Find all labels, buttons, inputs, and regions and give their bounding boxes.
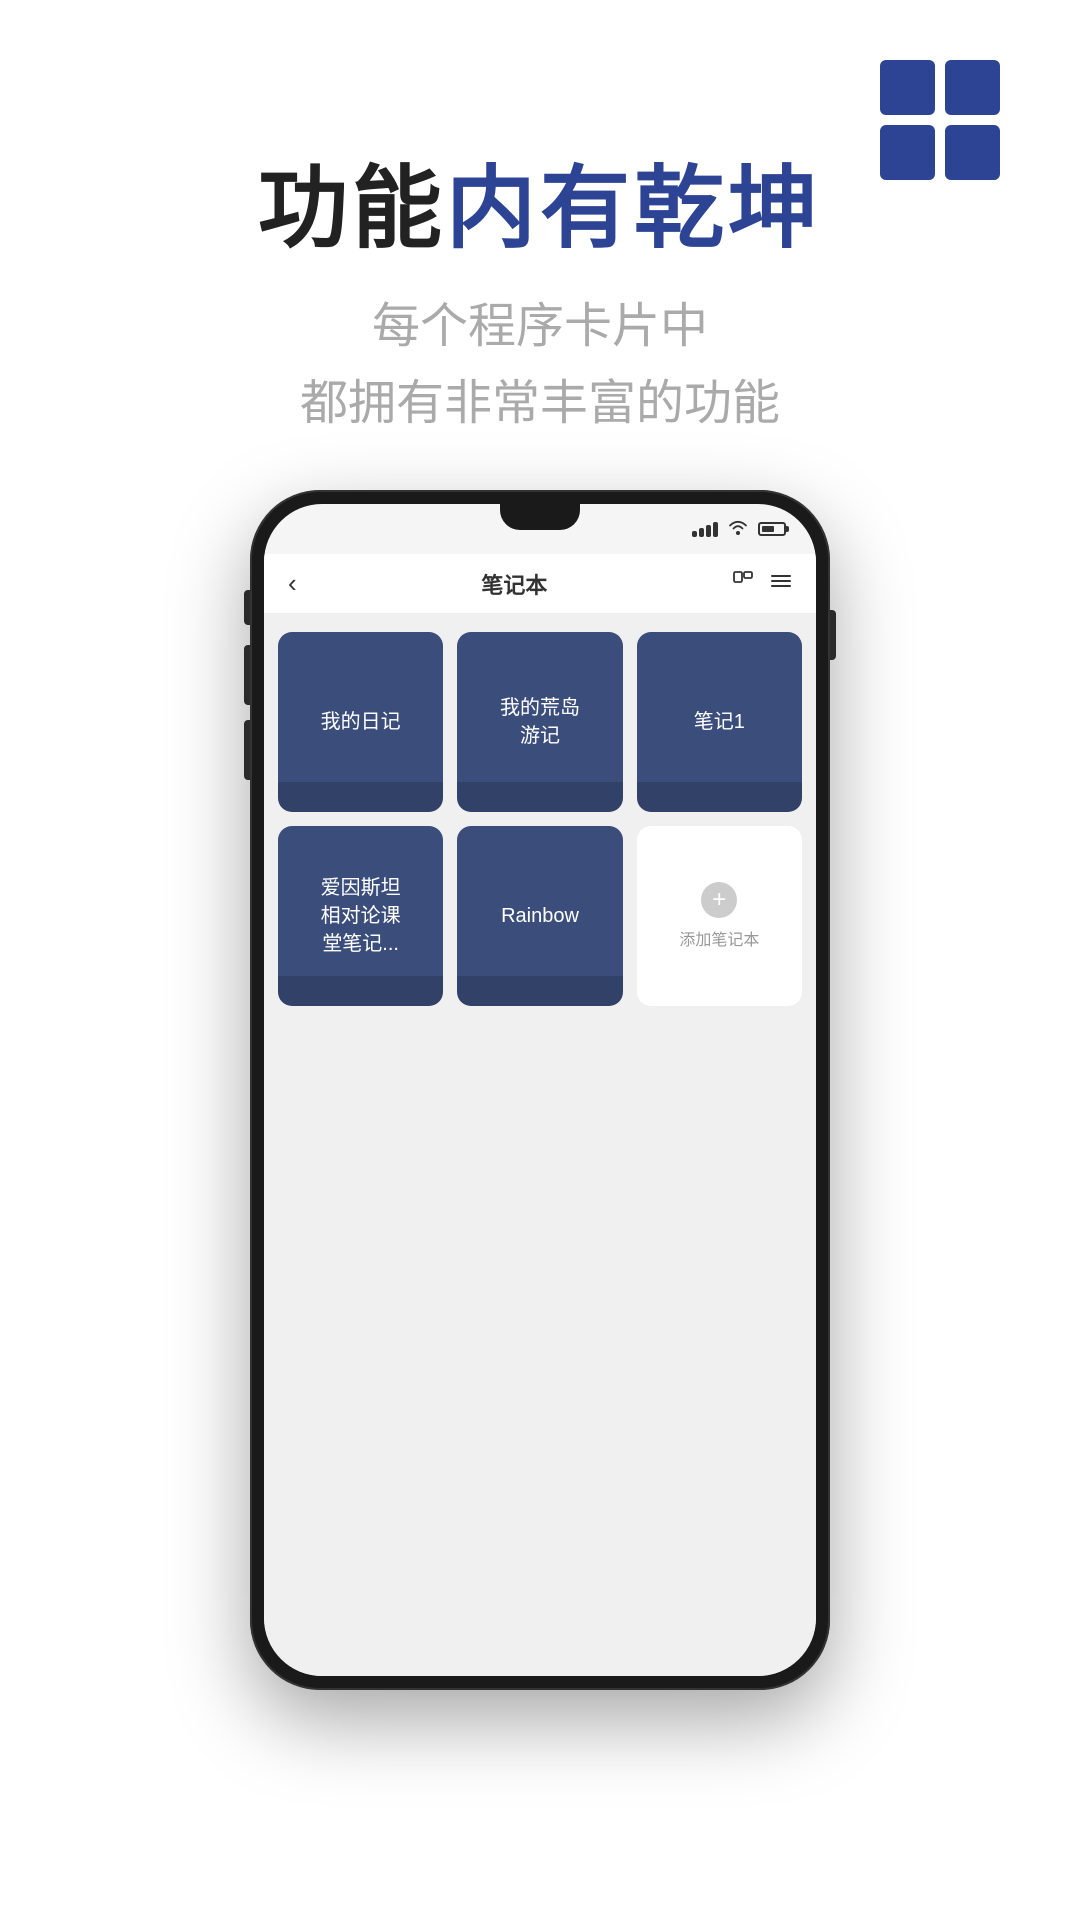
- notebook-card-2[interactable]: 我的荒岛游记: [457, 632, 622, 812]
- notebook-title-5: Rainbow: [501, 902, 579, 930]
- back-button[interactable]: ‹: [288, 568, 297, 599]
- header-action-icons: [732, 570, 792, 598]
- menu-icon[interactable]: [770, 570, 792, 598]
- notebook-title-1: 我的日记: [321, 708, 401, 736]
- add-notebook-label: 添加笔记本: [679, 926, 759, 950]
- add-notebook-button[interactable]: + 添加笔记本: [637, 826, 802, 1006]
- wifi-icon: [728, 519, 748, 540]
- app-header: ‹ 笔记本: [264, 554, 816, 614]
- add-icon: +: [701, 882, 737, 918]
- main-heading: 功能内有乾坤: [0, 160, 1080, 259]
- notebook-card-5[interactable]: Rainbow: [457, 826, 622, 1006]
- notebook-card-1[interactable]: 我的日记: [278, 632, 443, 812]
- phone-notch: [500, 504, 580, 530]
- notebook-card-4[interactable]: 爱因斯坦相对论课堂笔记...: [278, 826, 443, 1006]
- heading-black: 功能: [258, 159, 446, 259]
- volume-up-button: [244, 645, 250, 705]
- heading-subtitle: 每个程序卡片中 都拥有非常丰富的功能: [0, 289, 1080, 443]
- phone-outer-frame: ‹ 笔记本: [250, 490, 830, 1690]
- mute-button: [244, 590, 250, 625]
- signal-icon: [692, 522, 718, 537]
- heading-section: 功能内有乾坤 每个程序卡片中 都拥有非常丰富的功能: [0, 160, 1080, 443]
- power-button: [830, 610, 836, 660]
- notebook-card-3[interactable]: 笔记1: [637, 632, 802, 812]
- notebook-title-4: 爱因斯坦相对论课堂笔记...: [321, 874, 401, 958]
- heading-blue: 内有乾坤: [446, 159, 822, 259]
- notebook-grid: 我的日记 我的荒岛游记 笔记1 爱因斯坦相对论课堂笔记... Rainbow +…: [264, 614, 816, 1676]
- subtitle-line2: 都拥有非常丰富的功能: [300, 377, 780, 430]
- notebook-title-2: 我的荒岛游记: [500, 694, 580, 750]
- notebook-title-3: 笔记1: [694, 708, 745, 736]
- phone-mockup: ‹ 笔记本: [250, 490, 830, 1690]
- volume-down-button: [244, 720, 250, 780]
- battery-icon: [758, 522, 786, 536]
- phone-screen: ‹ 笔记本: [264, 504, 816, 1676]
- view-icon[interactable]: [732, 570, 754, 598]
- subtitle-line1: 每个程序卡片中: [372, 300, 708, 353]
- app-title: 笔记本: [481, 568, 547, 600]
